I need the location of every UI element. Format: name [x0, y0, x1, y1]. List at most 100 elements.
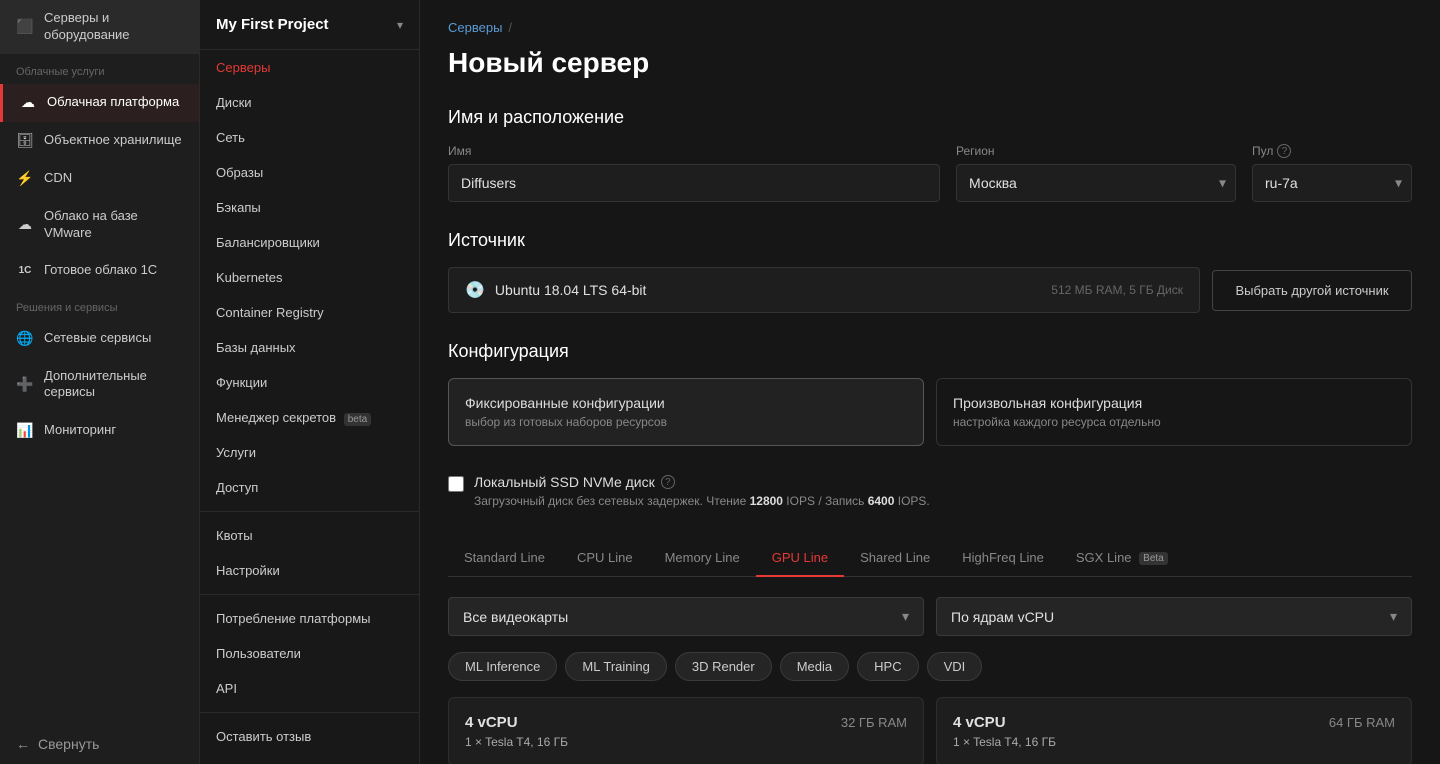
main-content: Серверы / Новый сервер Имя и расположени…: [420, 0, 1440, 764]
project-nav-users[interactable]: Пользователи: [200, 636, 419, 671]
tab-standard[interactable]: Standard Line: [448, 540, 561, 577]
section-title-name: Имя и расположение: [448, 107, 1412, 128]
pool-label: Пул: [1252, 144, 1273, 158]
project-nav-platform-usage[interactable]: Потребление платформы: [200, 601, 419, 636]
sidebar-item-cdn[interactable]: ⚡ CDN: [0, 160, 199, 198]
nvme-label[interactable]: Локальный SSD NVMe диск: [474, 474, 655, 490]
nvme-checkbox[interactable]: [448, 476, 464, 492]
form-grid-name: Имя Регион Москва ▾ Пул ? ru-7a ▾: [448, 144, 1412, 202]
tag-ml-inference[interactable]: ML Inference: [448, 652, 557, 681]
sidebar: ⬛ Серверы и оборудование Облачные услуги…: [0, 0, 200, 764]
sgx-badge: Beta: [1139, 552, 1168, 565]
sort-select[interactable]: По ядрам vCPU ▾: [936, 597, 1412, 636]
project-nav-servers[interactable]: Серверы: [200, 50, 419, 85]
tag-ml-training[interactable]: ML Training: [565, 652, 666, 681]
tab-cpu[interactable]: CPU Line: [561, 540, 649, 577]
tab-gpu[interactable]: GPU Line: [756, 540, 844, 577]
project-header[interactable]: My First Project ▾: [200, 0, 419, 50]
sidebar-item-1c[interactable]: 1C Готовое облако 1С: [0, 252, 199, 290]
tag-vdi[interactable]: VDI: [927, 652, 983, 681]
nvme-help-icon[interactable]: ?: [661, 475, 675, 489]
config-card-fixed-desc: выбор из готовых наборов ресурсов: [465, 415, 907, 429]
sidebar-item-servers[interactable]: ⬛ Серверы и оборудование: [0, 0, 199, 54]
tag-3d-render[interactable]: 3D Render: [675, 652, 772, 681]
secrets-badge: beta: [344, 413, 371, 426]
tab-sgx[interactable]: SGX Line Beta: [1060, 540, 1184, 577]
nav-divider-3: [200, 712, 419, 713]
server-card-0-header: 4 vCPU 32 ГБ RAM: [465, 714, 907, 731]
tab-memory[interactable]: Memory Line: [649, 540, 756, 577]
project-nav-images[interactable]: Образы: [200, 155, 419, 190]
os-name: Ubuntu 18.04 LTS 64-bit: [495, 282, 647, 298]
project-chevron-icon: ▾: [397, 18, 403, 32]
project-nav-settings[interactable]: Настройки: [200, 553, 419, 588]
sidebar-label-cdn: CDN: [44, 170, 72, 187]
server-card-1-ram: 64 ГБ RAM: [1329, 715, 1395, 730]
section-title-source: Источник: [448, 230, 1412, 251]
project-nav-balancers[interactable]: Балансировщики: [200, 225, 419, 260]
tag-hpc[interactable]: HPC: [857, 652, 918, 681]
gpu-filter-select[interactable]: Все видеокарты ▾: [448, 597, 924, 636]
source-box[interactable]: 💿 Ubuntu 18.04 LTS 64-bit 512 МБ RAM, 5 …: [448, 267, 1200, 313]
pool-help-icon[interactable]: ?: [1277, 144, 1291, 158]
sidebar-label-object-storage: Объектное хранилище: [44, 132, 182, 149]
server-card-0-cpu: 4 vCPU: [465, 714, 518, 731]
server-card-1[interactable]: 4 vCPU 64 ГБ RAM 1 × Tesla T4, 16 ГБ: [936, 697, 1412, 764]
config-card-custom-title: Произвольная конфигурация: [953, 395, 1395, 411]
sidebar-item-network-services[interactable]: 🌐 Сетевые сервисы: [0, 320, 199, 358]
nav-divider-1: [200, 511, 419, 512]
project-nav-secrets[interactable]: Менеджер секретов beta: [200, 400, 419, 435]
tag-media[interactable]: Media: [780, 652, 849, 681]
breadcrumb-separator: /: [508, 20, 512, 35]
region-select[interactable]: Москва: [956, 164, 1236, 202]
project-nav-feedback[interactable]: Оставить отзыв: [200, 719, 419, 754]
sidebar-item-monitoring[interactable]: 📊 Мониторинг: [0, 411, 199, 449]
sidebar-section-cloud: Облачные услуги: [0, 54, 199, 84]
network-icon: 🌐: [16, 330, 34, 348]
os-meta: 512 МБ RAM, 5 ГБ Диск: [1051, 283, 1183, 297]
tab-shared[interactable]: Shared Line: [844, 540, 946, 577]
sort-label: По ядрам vCPU: [951, 609, 1054, 625]
project-nav-databases[interactable]: Базы данных: [200, 330, 419, 365]
pool-select[interactable]: ru-7a: [1252, 164, 1412, 202]
sidebar-item-extra-services[interactable]: ➕ Дополнительные сервисы: [0, 358, 199, 412]
sidebar-label-vmware: Облако на базе VMware: [44, 208, 183, 242]
sort-arrow-icon: ▾: [1390, 608, 1397, 625]
project-nav-backups[interactable]: Бэкапы: [200, 190, 419, 225]
project-nav-api[interactable]: API: [200, 671, 419, 706]
sidebar-item-vmware[interactable]: ☁ Облако на базе VMware: [0, 198, 199, 252]
page-title: Новый сервер: [448, 47, 1412, 79]
form-group-region: Регион Москва ▾: [956, 144, 1236, 202]
name-input[interactable]: [448, 164, 940, 202]
sidebar-label-extra: Дополнительные сервисы: [44, 368, 183, 402]
config-card-custom[interactable]: Произвольная конфигурация настройка кажд…: [936, 378, 1412, 446]
project-nav-functions[interactable]: Функции: [200, 365, 419, 400]
project-nav-services[interactable]: Услуги: [200, 435, 419, 470]
config-section: Конфигурация Фиксированные конфигурации …: [448, 341, 1412, 520]
project-nav-network[interactable]: Сеть: [200, 120, 419, 155]
monitoring-icon: 📊: [16, 421, 34, 439]
cdn-icon: ⚡: [16, 170, 34, 188]
project-nav-quotas[interactable]: Квоты: [200, 518, 419, 553]
gpu-filter-arrow-icon: ▾: [902, 608, 909, 625]
project-nav-access[interactable]: Доступ: [200, 470, 419, 505]
sidebar-collapse[interactable]: ← Свернуть: [0, 724, 199, 764]
sidebar-label-network: Сетевые сервисы: [44, 330, 151, 347]
nvme-checkbox-row: Локальный SSD NVMe диск ? Загрузочный ди…: [448, 462, 1412, 520]
project-nav-container-registry[interactable]: Container Registry: [200, 295, 419, 330]
breadcrumb-parent[interactable]: Серверы: [448, 20, 502, 35]
filter-row: Все видеокарты ▾ По ядрам vCPU ▾: [448, 597, 1412, 636]
server-cards: 4 vCPU 32 ГБ RAM 1 × Tesla T4, 16 ГБ 4 v…: [448, 697, 1412, 764]
sidebar-item-object-storage[interactable]: 🗄 Объектное хранилище: [0, 122, 199, 160]
project-panel: My First Project ▾ Серверы Диски Сеть Об…: [200, 0, 420, 764]
project-nav-disks[interactable]: Диски: [200, 85, 419, 120]
cloud-icon: ☁: [19, 94, 37, 112]
server-card-0[interactable]: 4 vCPU 32 ГБ RAM 1 × Tesla T4, 16 ГБ: [448, 697, 924, 764]
tab-highfreq[interactable]: HighFreq Line: [946, 540, 1060, 577]
sidebar-item-cloud-platform[interactable]: ☁ Облачная платформа: [0, 84, 199, 122]
config-card-fixed[interactable]: Фиксированные конфигурации выбор из гото…: [448, 378, 924, 446]
source-change-button[interactable]: Выбрать другой источник: [1212, 270, 1412, 311]
nvme-label-group: Локальный SSD NVMe диск ? Загрузочный ди…: [474, 474, 930, 508]
project-nav-kubernetes[interactable]: Kubernetes: [200, 260, 419, 295]
region-select-wrapper: Москва ▾: [956, 164, 1236, 202]
